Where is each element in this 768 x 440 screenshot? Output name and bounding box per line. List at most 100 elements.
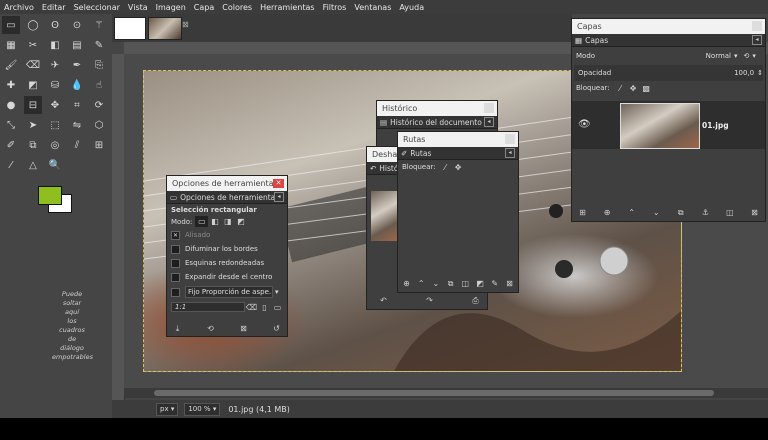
new-layer-group-icon[interactable]: ⊞ — [576, 207, 589, 218]
layer-mask-icon[interactable]: ◫ — [723, 207, 736, 218]
menu-capa[interactable]: Capa — [190, 3, 218, 12]
heal-tool-icon[interactable]: ✚ — [2, 76, 20, 94]
raise-layer-icon[interactable]: ⌃ — [625, 207, 638, 218]
panel-menu-icon[interactable] — [484, 103, 494, 113]
duplicate-path-icon[interactable]: ⧉ — [444, 278, 457, 289]
mode-dropdown-icon-2[interactable]: ▾ — [752, 52, 756, 60]
duplicate-layer-icon[interactable]: ⧉ — [674, 207, 687, 218]
scale-tool-icon[interactable]: ⤡ — [2, 116, 20, 134]
fixed-checkbox[interactable] — [171, 287, 180, 297]
menu-vista[interactable]: Vista — [124, 3, 152, 12]
feather-checkbox[interactable] — [171, 244, 180, 254]
mode-subtract-icon[interactable]: ◨ — [221, 216, 234, 227]
by-color-select-tool-icon[interactable]: ▦ — [2, 36, 20, 54]
shear-tool-icon[interactable]: ⫽ — [68, 136, 86, 154]
bucket-fill-tool-icon[interactable]: ⛁ — [46, 76, 64, 94]
move-tool-icon[interactable]: ✥ — [46, 96, 64, 114]
menu-ayuda[interactable]: Ayuda — [395, 3, 428, 12]
zoom-select[interactable]: 100 % ▾ — [184, 402, 221, 416]
opacity-row[interactable]: Opacidad 100,0 ⇕ — [574, 65, 763, 81]
rounded-corners-checkbox[interactable] — [171, 258, 180, 268]
clear-ratio-icon[interactable]: ⌫ — [245, 302, 258, 313]
menu-editar[interactable]: Editar — [38, 3, 70, 12]
raise-path-icon[interactable]: ⌃ — [415, 278, 428, 289]
save-preset-icon[interactable]: ⤓ — [171, 323, 184, 334]
antialias-checkbox[interactable]: ✕ — [171, 230, 180, 240]
mode-replace-icon[interactable]: ▭ — [195, 216, 209, 227]
lock-pixels-icon[interactable]: ⁄ — [614, 83, 627, 94]
visibility-eye-icon[interactable]: 👁 — [578, 119, 591, 130]
expand-center-checkbox[interactable] — [171, 272, 180, 282]
tool-options-title[interactable]: Opciones de herramienta ✕ — [167, 176, 287, 191]
fixed-mode-select[interactable]: Fijo Proporción de aspe... — [185, 286, 273, 298]
measure-tool-icon[interactable]: △ — [24, 156, 42, 174]
close-tab-icon[interactable]: ⊠ — [182, 20, 192, 30]
layer-row[interactable]: 👁 01.jpg — [572, 101, 765, 149]
paintbrush-tool-icon[interactable]: 🖌 — [2, 56, 20, 74]
ellipse-select-tool-icon[interactable]: ◯ — [24, 16, 42, 34]
scrollbar-thumb[interactable] — [154, 390, 714, 396]
layer-name[interactable]: 01.jpg — [702, 121, 729, 130]
opacity-spin-icon[interactable]: ⇕ — [757, 69, 763, 77]
magic-wand-tool-icon[interactable]: ⚚ — [90, 16, 108, 34]
history-panel-title[interactable]: Histórico — [377, 101, 497, 116]
menu-ventanas[interactable]: Ventanas — [350, 3, 395, 12]
blur-tool-icon[interactable]: 💧 — [68, 76, 86, 94]
lock-path-stroke-icon[interactable]: ⁄ — [439, 162, 452, 173]
menu-filtros[interactable]: Filtros — [319, 3, 351, 12]
color-picker-tool-icon[interactable]: ⁄ — [2, 156, 20, 174]
flip-tool-icon[interactable]: ⇋ — [68, 116, 86, 134]
foreground-select-tool-icon[interactable]: ◧ — [46, 36, 64, 54]
unit-select[interactable]: px ▾ — [156, 402, 179, 416]
option-rounded-corners[interactable]: Esquinas redondeadas — [167, 256, 287, 270]
lock-alpha-icon[interactable]: ▩ — [640, 83, 653, 94]
fuzzy-select-tool-icon[interactable]: ⊙ — [68, 16, 86, 34]
tab-menu-icon[interactable]: ◂ — [752, 35, 762, 45]
anchor-layer-icon[interactable]: ⚓ — [699, 207, 712, 218]
zoom-tool-icon[interactable]: 🔍 — [46, 156, 64, 174]
unified-transform-tool-icon[interactable]: ⧉ — [24, 136, 42, 154]
tab-menu-icon[interactable]: ◂ — [484, 117, 494, 127]
close-icon[interactable]: ✕ — [273, 179, 284, 188]
eraser-tool-icon[interactable]: ⌫ — [24, 56, 42, 74]
mode-select[interactable]: Normal — [691, 52, 731, 60]
ratio-input[interactable]: 1:1 — [171, 302, 245, 312]
option-antialias[interactable]: ✕ Alisado — [167, 228, 287, 242]
align-tool-icon[interactable]: ⊟ — [24, 96, 42, 114]
option-expand-center[interactable]: Expandir desde el centro — [167, 270, 287, 284]
rect-select-tool-icon[interactable]: ▭ — [2, 16, 20, 34]
tool-options-tab[interactable]: ▭ Opciones de herramienta ◂ — [167, 191, 287, 204]
smudge-tool-icon[interactable]: ☝ — [90, 76, 108, 94]
new-path-icon[interactable]: ⊕ — [400, 278, 413, 289]
gradient-tool-icon[interactable]: ▤ — [68, 36, 86, 54]
foreground-color-swatch[interactable] — [38, 186, 62, 205]
dodge-burn-tool-icon[interactable]: ● — [2, 96, 20, 114]
lock-path-position-icon[interactable]: ✥ — [452, 162, 465, 173]
clone-tool-icon[interactable]: ⎘ — [90, 56, 108, 74]
layers-tab[interactable]: ▦ Capas ◂ — [572, 34, 765, 47]
reset-mode-icon[interactable]: ⟲ — [744, 52, 750, 60]
clear-history-icon[interactable]: ⎙ — [469, 295, 482, 306]
history-tab[interactable]: ▤ Histórico del documento ◂ — [377, 116, 497, 129]
handle-transform-tool-icon[interactable]: ⊞ — [90, 136, 108, 154]
stroke-path-icon[interactable]: ✎ — [488, 278, 501, 289]
layer-thumbnail[interactable] — [620, 103, 700, 149]
restore-preset-icon[interactable]: ⟲ — [204, 323, 217, 334]
paths-panel-title[interactable]: Rutas — [398, 132, 518, 147]
tab-menu-icon[interactable]: ◂ — [505, 148, 515, 158]
panel-menu-icon[interactable] — [752, 21, 762, 31]
layers-panel-title[interactable]: Capas — [572, 19, 765, 34]
mode-dropdown-icon[interactable]: ▾ — [734, 52, 738, 60]
pencil-tool-icon[interactable]: ✎ — [90, 36, 108, 54]
mode-intersect-icon[interactable]: ◩ — [234, 216, 247, 227]
mode-add-icon[interactable]: ◧ — [208, 216, 221, 227]
warp-tool-icon[interactable]: ◎ — [46, 136, 64, 154]
option-feather[interactable]: Difuminar los bordes — [167, 242, 287, 256]
image-tab-blank[interactable] — [114, 17, 146, 40]
reset-options-icon[interactable]: ↺ — [270, 323, 283, 334]
new-layer-icon[interactable]: ⊕ — [601, 207, 614, 218]
cage-tool-icon[interactable]: ⬡ — [90, 116, 108, 134]
paths-tab[interactable]: ✐ Rutas ◂ — [398, 147, 518, 160]
perspective-tool-icon[interactable]: ⬚ — [46, 116, 64, 134]
menu-herramientas[interactable]: Herramientas — [256, 3, 319, 12]
